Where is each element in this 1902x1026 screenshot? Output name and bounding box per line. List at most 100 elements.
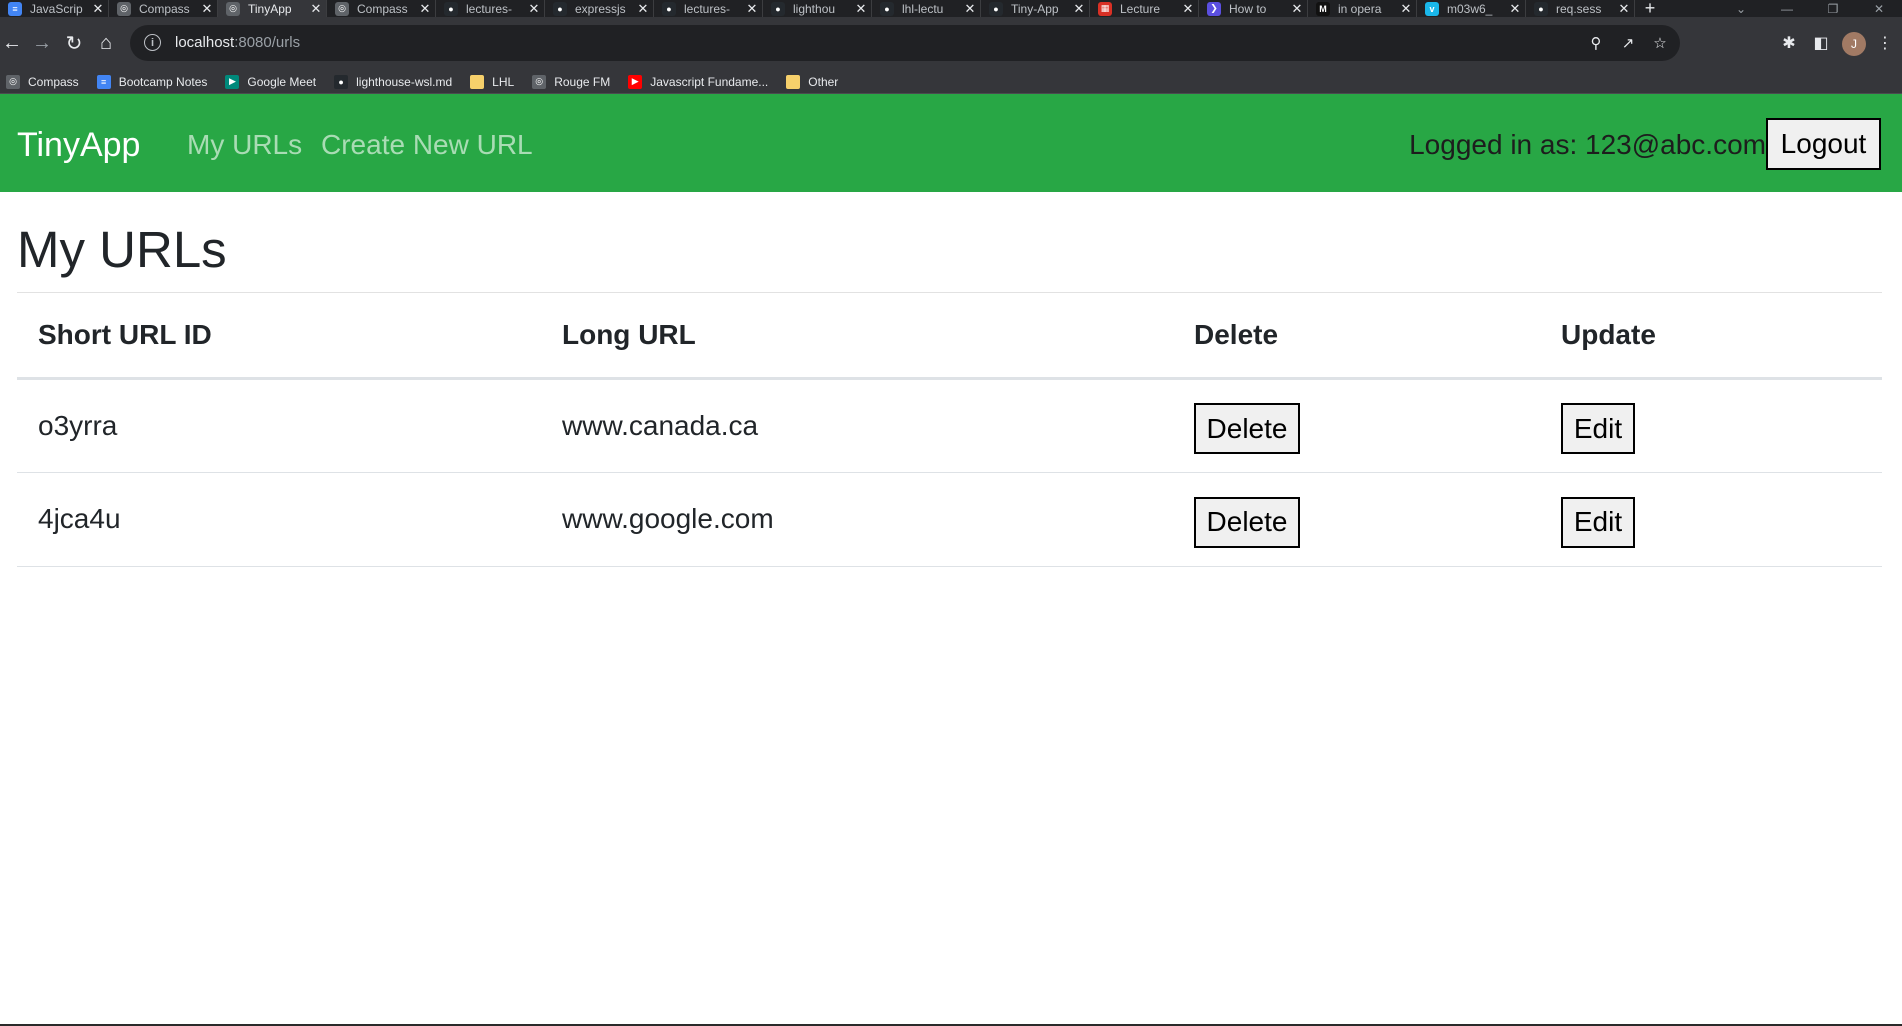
delete-cell: Delete	[1173, 472, 1540, 567]
folder-icon	[470, 74, 485, 89]
tab-title: expressjs	[575, 1, 626, 16]
zoom-icon[interactable]: ⚲	[1586, 33, 1606, 53]
tab-close-icon[interactable]: ✕	[1614, 1, 1634, 17]
browser-tab[interactable]: ● lectures- ✕	[436, 0, 545, 17]
tab-close-icon[interactable]: ✕	[1069, 1, 1089, 17]
column-header-short-url: Short URL ID	[17, 293, 541, 380]
globe-icon: ◎	[226, 1, 240, 16]
long-url: www.google.com	[541, 472, 1173, 567]
side-panel-icon[interactable]: ◧	[1810, 32, 1832, 54]
extensions-icon[interactable]: ✱	[1778, 32, 1800, 54]
browser-tab[interactable]: ◎ Compass ✕	[109, 0, 218, 17]
bookmark-item[interactable]: Other	[786, 74, 838, 89]
tab-close-icon[interactable]: ✕	[851, 1, 871, 17]
browser-tab[interactable]: ◎ TinyApp ✕	[218, 0, 327, 17]
reload-icon[interactable]: ↻	[62, 31, 86, 55]
short-url-id[interactable]: o3yrra	[17, 378, 541, 473]
tab-close-icon[interactable]: ✕	[415, 1, 435, 17]
nav-create-new-url[interactable]: Create New URL	[321, 129, 533, 161]
tab-search-icon[interactable]: ⌄	[1718, 2, 1764, 16]
delete-button[interactable]: Delete	[1194, 403, 1300, 454]
bookmark-star-icon[interactable]: ☆	[1650, 33, 1670, 53]
calendar-icon: ▦	[1098, 1, 1112, 16]
github-icon: ●	[1534, 1, 1548, 16]
profile-avatar[interactable]: J	[1842, 32, 1866, 56]
tab-title: Compass	[357, 1, 408, 16]
minimize-icon[interactable]: —	[1764, 2, 1810, 16]
vimeo-icon: v	[1425, 1, 1439, 16]
terminal-icon: ❯	[1207, 1, 1221, 16]
tab-title: m03w6_	[1447, 1, 1493, 16]
browser-tab[interactable]: ▦ Lecture ✕	[1090, 0, 1199, 17]
tab-title: Tiny-App	[1011, 1, 1059, 16]
bookmark-item[interactable]: ≡ Bootcamp Notes	[96, 74, 208, 89]
bookmark-item[interactable]: ◎ Rouge FM	[532, 74, 610, 89]
browser-tab[interactable]: ● expressjs ✕	[545, 0, 654, 17]
forward-icon[interactable]: →	[30, 31, 54, 55]
address-url[interactable]: localhost:8080/urls	[175, 34, 300, 51]
tab-close-icon[interactable]: ✕	[1396, 1, 1416, 17]
tab-title: lectures-	[466, 1, 513, 16]
bookmark-item[interactable]: ▶ Javascript Fundame...	[628, 74, 768, 89]
tab-title: lhl-lectu	[902, 1, 944, 16]
browser-tab[interactable]: ❯ How to ✕	[1199, 0, 1308, 17]
tab-title: How to	[1229, 1, 1267, 16]
delete-button[interactable]: Delete	[1194, 496, 1300, 548]
tab-close-icon[interactable]: ✕	[306, 1, 326, 17]
browser-tab[interactable]: v m03w6_ ✕	[1417, 0, 1526, 17]
tab-title: req.sess	[1556, 1, 1602, 16]
back-icon[interactable]: ←	[0, 31, 24, 55]
bookmark-item[interactable]: ▶ Google Meet	[225, 74, 317, 89]
compass-icon: ◎	[6, 74, 20, 89]
browser-tab[interactable]: ≡ JavaScrip ✕	[0, 0, 109, 17]
site-info-icon[interactable]: i	[144, 34, 161, 51]
tab-close-icon[interactable]: ✕	[960, 1, 980, 17]
bookmark-item[interactable]: LHL	[470, 74, 514, 89]
tab-close-icon[interactable]: ✕	[1178, 1, 1198, 17]
youtube-icon: ▶	[628, 74, 643, 89]
brand-link[interactable]: TinyApp	[17, 126, 140, 165]
tab-close-icon[interactable]: ✕	[742, 1, 762, 17]
edit-button[interactable]: Edit	[1561, 496, 1635, 548]
browser-tab[interactable]: ● lectures- ✕	[654, 0, 763, 17]
short-url-id[interactable]: 4jca4u	[17, 472, 541, 567]
browser-tab[interactable]: ● lhl-lectu ✕	[872, 0, 981, 17]
table-row: o3yrra www.canada.ca Delete Edit	[17, 378, 1882, 473]
tab-close-icon[interactable]: ✕	[197, 1, 217, 17]
browser-toolbar: ← → ↻ ⌂ i localhost:8080/urls ⚲ ↗ ☆ ✱ ◧ …	[0, 17, 1902, 70]
tab-title: Compass	[139, 1, 190, 16]
column-header-update: Update	[1540, 293, 1882, 380]
column-header-long-url: Long URL	[541, 293, 1173, 380]
tab-close-icon[interactable]: ✕	[88, 1, 108, 17]
browser-tab[interactable]: ● req.sess ✕	[1526, 0, 1635, 17]
bookmark-label: Google Meet	[247, 74, 317, 89]
browser-tab[interactable]: Min opera ✕	[1308, 0, 1417, 17]
tab-title: lighthou	[793, 1, 836, 16]
share-icon[interactable]: ↗	[1618, 33, 1638, 53]
restore-icon[interactable]: ❐	[1810, 2, 1856, 16]
browser-tab[interactable]: ● lighthou ✕	[763, 0, 872, 17]
tab-close-icon[interactable]: ✕	[1287, 1, 1307, 17]
tab-close-icon[interactable]: ✕	[633, 1, 653, 17]
browser-tab[interactable]: ◎ Compass ✕	[327, 0, 436, 17]
edit-button[interactable]: Edit	[1561, 403, 1635, 454]
address-bar[interactable]: i localhost:8080/urls ⚲ ↗ ☆	[130, 25, 1680, 61]
tab-title: JavaScrip	[30, 1, 83, 16]
tab-title: TinyApp	[248, 1, 292, 16]
browser-tab-strip: ≡ JavaScrip ✕ ◎ Compass ✕ ◎ TinyApp ✕ ◎ Compass ✕ ● l…	[0, 0, 1902, 18]
bookmark-label: Bootcamp Notes	[118, 74, 208, 89]
tab-close-icon[interactable]: ✕	[1505, 1, 1525, 17]
tab-title: lectures-	[684, 1, 731, 16]
tab-close-icon[interactable]: ✕	[524, 1, 544, 17]
nav-my-urls[interactable]: My URLs	[187, 129, 302, 161]
logout-button[interactable]: Logout	[1766, 118, 1881, 170]
menu-kebab-icon[interactable]: ⋮	[1874, 32, 1896, 54]
close-window-icon[interactable]: ✕	[1856, 2, 1902, 16]
home-icon[interactable]: ⌂	[94, 31, 118, 55]
browser-tab[interactable]: ● Tiny-App ✕	[981, 0, 1090, 17]
bookmark-item[interactable]: ◎ Compass	[6, 74, 79, 89]
urls-table: Short URL ID Long URL Delete Update o3yr…	[17, 293, 1882, 567]
bookmarks-bar: ◎ Compass ≡ Bootcamp Notes ▶ Google Meet ● ligh…	[0, 70, 1902, 94]
bookmark-item[interactable]: ● lighthouse-wsl.md	[334, 74, 452, 89]
compass-icon: ◎	[335, 1, 349, 16]
